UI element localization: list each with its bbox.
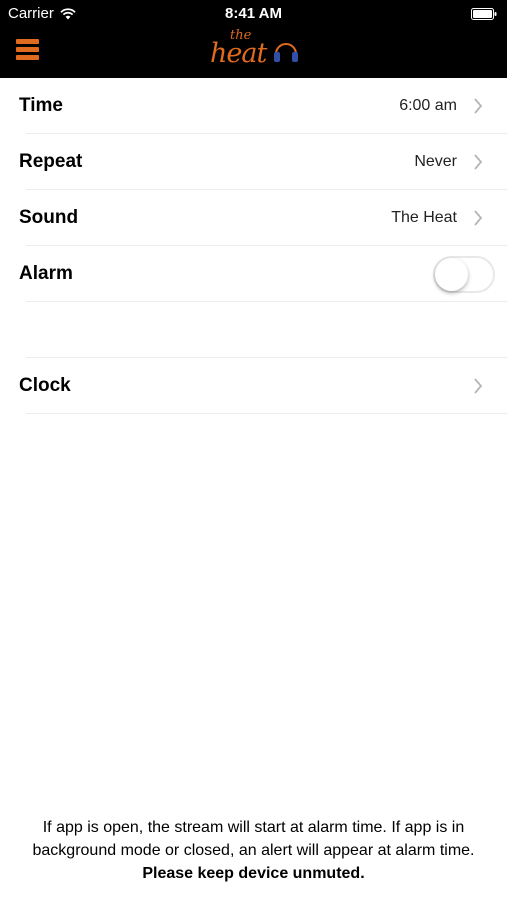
toggle-knob bbox=[435, 257, 468, 291]
repeat-row[interactable]: Repeat Never bbox=[0, 134, 507, 190]
row-label: Repeat bbox=[19, 151, 83, 172]
alarm-row: Alarm bbox=[0, 246, 507, 302]
chevron-right-icon bbox=[474, 378, 483, 394]
hamburger-menu-icon[interactable] bbox=[16, 39, 39, 61]
row-value: The Heat bbox=[391, 209, 457, 226]
alarm-footer-note: If app is open, the stream will start at… bbox=[0, 816, 507, 885]
battery-icon bbox=[471, 8, 497, 20]
footer-bold-text: Please keep device unmuted. bbox=[142, 865, 365, 882]
alarm-settings-list: Time 6:00 am Repeat Never Sound The Heat… bbox=[0, 78, 507, 414]
the-heat-logo: the heat bbox=[206, 28, 302, 76]
chevron-right-icon bbox=[474, 98, 483, 114]
footer-text: If app is open, the stream will start at… bbox=[32, 819, 475, 859]
alarm-toggle[interactable] bbox=[433, 255, 495, 293]
row-label: Sound bbox=[19, 207, 79, 228]
clock-row[interactable]: Clock bbox=[0, 358, 507, 414]
section-spacer bbox=[0, 302, 507, 358]
row-value: Never bbox=[414, 153, 457, 170]
status-bar: Carrier 8:41 AM bbox=[0, 0, 507, 26]
row-label: Clock bbox=[19, 375, 71, 396]
headphones-icon bbox=[274, 43, 298, 62]
chevron-right-icon bbox=[474, 210, 483, 226]
status-time: 8:41 AM bbox=[225, 5, 282, 22]
logo-heat-text: heat bbox=[210, 38, 267, 69]
time-row[interactable]: Time 6:00 am bbox=[0, 78, 507, 134]
row-label: Alarm bbox=[19, 263, 73, 284]
sound-row[interactable]: Sound The Heat bbox=[0, 190, 507, 246]
row-value: 6:00 am bbox=[399, 97, 457, 114]
chevron-right-icon bbox=[474, 154, 483, 170]
navigation-bar: the heat bbox=[0, 26, 507, 78]
row-label: Time bbox=[19, 95, 64, 116]
